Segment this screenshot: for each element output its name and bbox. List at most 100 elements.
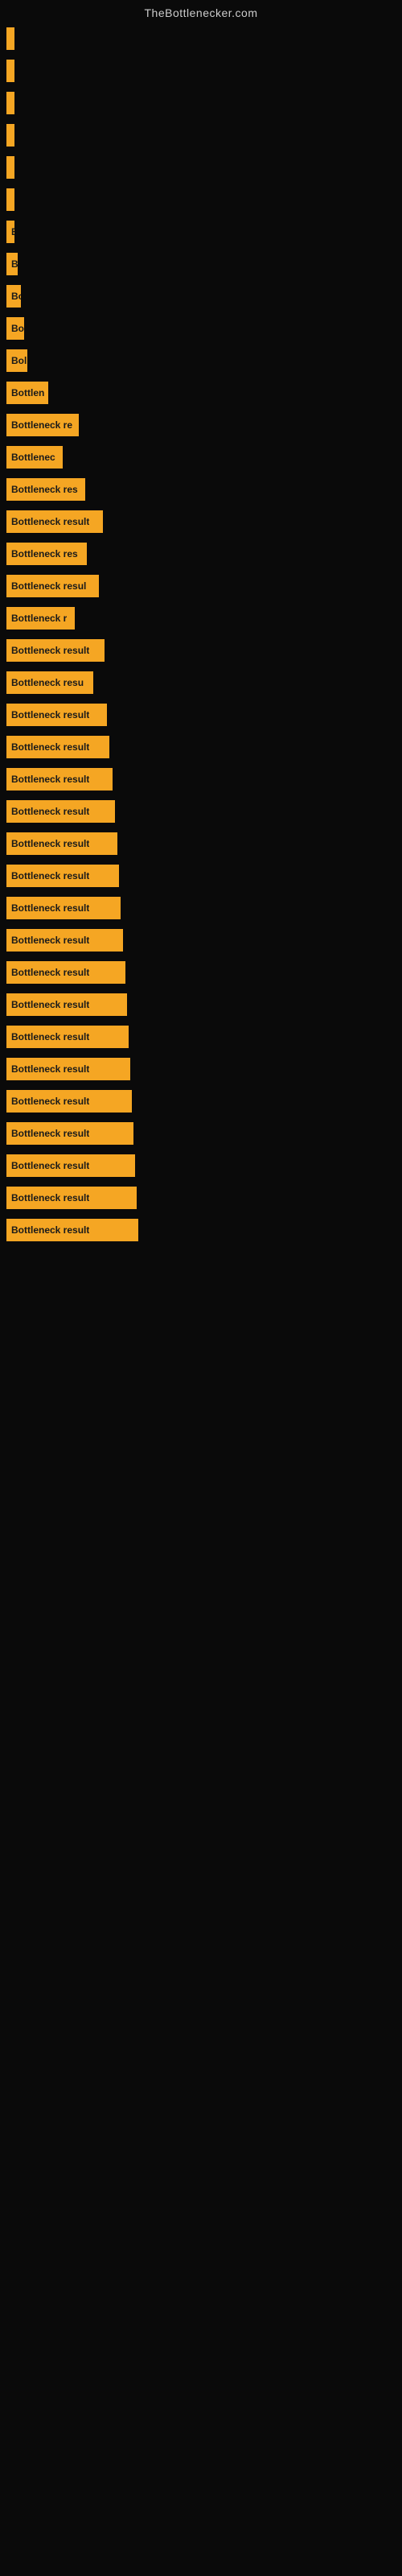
bar-label-22: Bottleneck result [11, 741, 89, 753]
bar-label-35: Bottleneck result [11, 1160, 89, 1171]
bar-row [0, 55, 402, 87]
bar-label-26: Bottleneck result [11, 870, 89, 881]
bar-row: Bottleneck result [0, 1214, 402, 1246]
bar-label-27: Bottleneck result [11, 902, 89, 914]
bar-label-15: Bottleneck result [11, 516, 89, 527]
bar-row: Bottleneck res [0, 538, 402, 570]
bar-19: Bottleneck result [6, 639, 105, 662]
bar-row: Bottleneck result [0, 989, 402, 1021]
bar-label-6: B [11, 226, 14, 237]
bar-row: Bottleneck result [0, 1053, 402, 1085]
bar-label-7: Bo [11, 258, 18, 270]
bar-label-36: Bottleneck result [11, 1192, 89, 1203]
bar-6: B [6, 221, 14, 243]
bar-label-33: Bottleneck result [11, 1096, 89, 1107]
bar-24: Bottleneck result [6, 800, 115, 823]
bar-row: Bottleneck result [0, 795, 402, 828]
bar-row: Bottleneck result [0, 1150, 402, 1182]
bar-label-32: Bottleneck result [11, 1063, 89, 1075]
bar-label-13: Bottlenec [11, 452, 55, 463]
bar-23: Bottleneck result [6, 768, 113, 791]
bar-row [0, 151, 402, 184]
bar-row: Bottleneck result [0, 892, 402, 924]
bar-0 [6, 27, 14, 50]
bar-18: Bottleneck r [6, 607, 75, 630]
bar-row: Bottleneck result [0, 1182, 402, 1214]
bar-label-37: Bottleneck result [11, 1224, 89, 1236]
bar-33: Bottleneck result [6, 1090, 132, 1113]
bar-label-9: Bo [11, 323, 24, 334]
bar-16: Bottleneck res [6, 543, 87, 565]
bar-row: Bottleneck result [0, 860, 402, 892]
bar-row: Bol [0, 345, 402, 377]
bar-label-31: Bottleneck result [11, 1031, 89, 1042]
bar-14: Bottleneck res [6, 478, 85, 501]
bar-29: Bottleneck result [6, 961, 125, 984]
bar-row: Bottleneck resu [0, 667, 402, 699]
bar-label-18: Bottleneck r [11, 613, 67, 624]
bar-label-30: Bottleneck result [11, 999, 89, 1010]
bar-row: Bottleneck result [0, 731, 402, 763]
bar-row: Bottleneck result [0, 828, 402, 860]
bar-36: Bottleneck result [6, 1187, 137, 1209]
bar-row [0, 184, 402, 216]
bar-35: Bottleneck result [6, 1154, 135, 1177]
bar-row: Bottlen [0, 377, 402, 409]
bar-row: Bottleneck result [0, 1085, 402, 1117]
bar-label-34: Bottleneck result [11, 1128, 89, 1139]
bar-20: Bottleneck resu [6, 671, 93, 694]
bar-26: Bottleneck result [6, 865, 119, 887]
bar-label-20: Bottleneck resu [11, 677, 84, 688]
bar-1 [6, 60, 14, 82]
bar-30: Bottleneck result [6, 993, 127, 1016]
bar-label-19: Bottleneck result [11, 645, 89, 656]
bar-10: Bol [6, 349, 27, 372]
bar-label-17: Bottleneck resul [11, 580, 86, 592]
bar-17: Bottleneck resul [6, 575, 99, 597]
bar-8: Bo [6, 285, 21, 308]
bar-label-16: Bottleneck res [11, 548, 78, 559]
bar-row [0, 119, 402, 151]
bar-label-14: Bottleneck res [11, 484, 78, 495]
bar-12: Bottleneck re [6, 414, 79, 436]
bar-9: Bo [6, 317, 24, 340]
bar-row: Bottleneck r [0, 602, 402, 634]
bar-5 [6, 188, 14, 211]
bar-label-10: Bol [11, 355, 27, 366]
bar-label-12: Bottleneck re [11, 419, 72, 431]
bar-label-28: Bottleneck result [11, 935, 89, 946]
bar-label-25: Bottleneck result [11, 838, 89, 849]
bar-28: Bottleneck result [6, 929, 123, 952]
bar-7: Bo [6, 253, 18, 275]
bar-label-8: Bo [11, 291, 21, 302]
bar-row [0, 23, 402, 55]
bar-25: Bottleneck result [6, 832, 117, 855]
bar-37: Bottleneck result [6, 1219, 138, 1241]
bar-34: Bottleneck result [6, 1122, 133, 1145]
bar-label-29: Bottleneck result [11, 967, 89, 978]
bar-row: Bottleneck resul [0, 570, 402, 602]
bar-label-21: Bottleneck result [11, 709, 89, 720]
bar-row: Bottleneck res [0, 473, 402, 506]
bar-row [0, 87, 402, 119]
bar-row: Bottleneck result [0, 763, 402, 795]
bar-label-23: Bottleneck result [11, 774, 89, 785]
site-title: TheBottlenecker.com [0, 0, 402, 23]
bar-row: Bottleneck result [0, 1021, 402, 1053]
bar-11: Bottlen [6, 382, 48, 404]
bar-row: Bottlenec [0, 441, 402, 473]
bar-4 [6, 156, 14, 179]
bar-row: Bottleneck result [0, 699, 402, 731]
bar-row: Bottleneck result [0, 956, 402, 989]
bar-row: Bo [0, 248, 402, 280]
bar-row: Bottleneck result [0, 634, 402, 667]
bar-row: Bo [0, 312, 402, 345]
bars-container: B Bo Bo Bo Bol Bottlen Bottleneck re Bottlenec B… [0, 23, 402, 1246]
bar-2 [6, 92, 14, 114]
bar-row: B [0, 216, 402, 248]
bar-15: Bottleneck result [6, 510, 103, 533]
bar-21: Bottleneck result [6, 704, 107, 726]
bar-32: Bottleneck result [6, 1058, 130, 1080]
bar-row: Bottleneck re [0, 409, 402, 441]
bar-label-11: Bottlen [11, 387, 44, 398]
